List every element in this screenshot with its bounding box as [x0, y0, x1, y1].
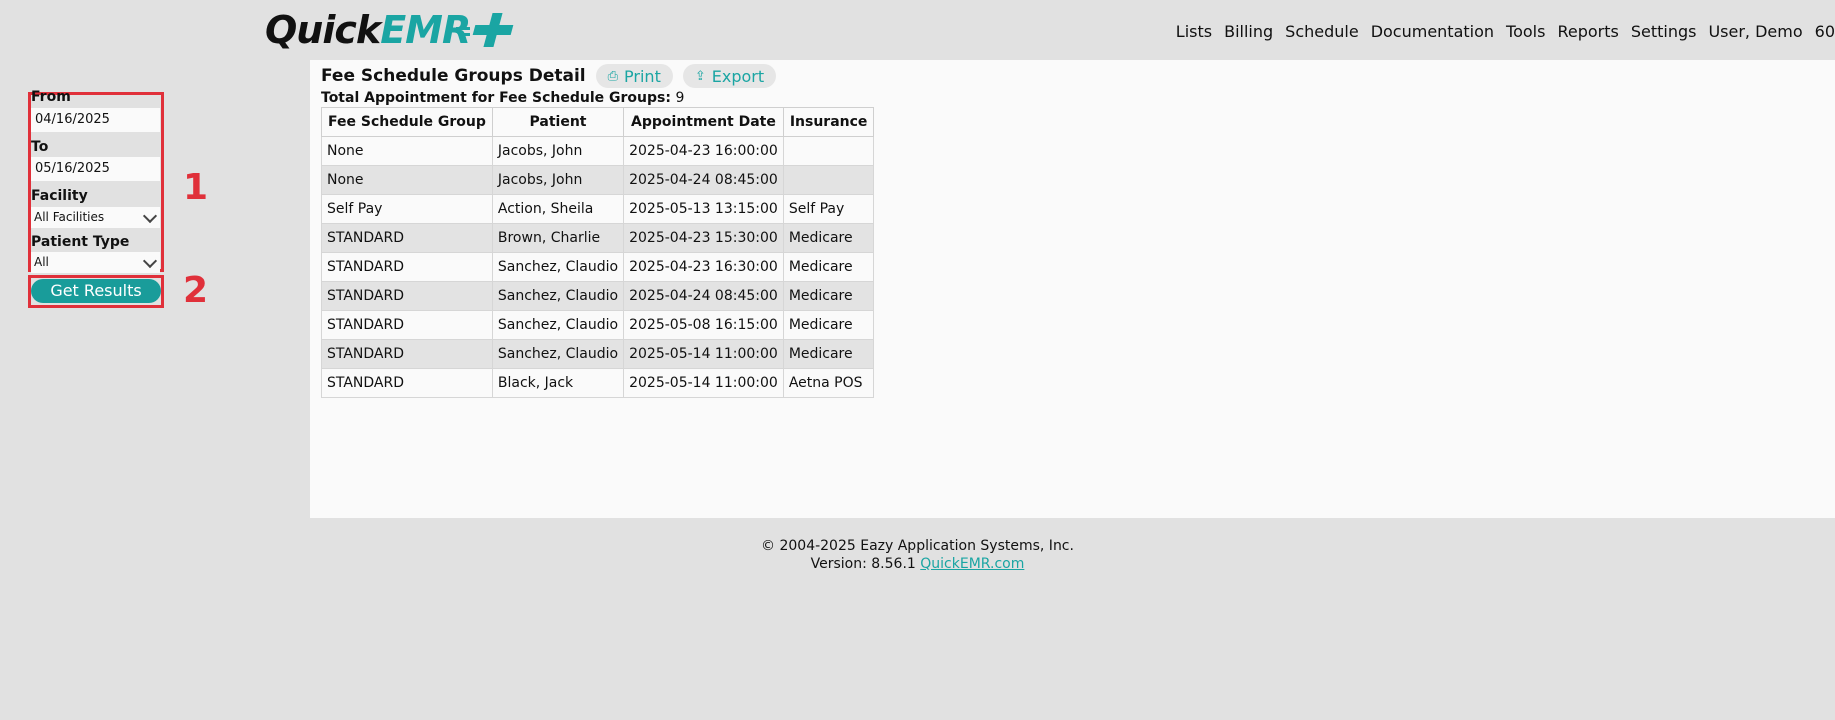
nav-session-timer: 60 — [1814, 22, 1835, 41]
cell-patient: Black, Jack — [491, 368, 625, 398]
table-header-row: Fee Schedule Group Patient Appointment D… — [321, 107, 875, 137]
printer-icon: ⎙ — [607, 68, 619, 84]
cell-group: STANDARD — [321, 310, 493, 340]
version-text: Version: 8.56.1 — [810, 556, 916, 572]
cell-date: 2025-05-14 11:00:00 — [623, 368, 784, 398]
cell-group: STANDARD — [321, 252, 493, 282]
cell-group: STANDARD — [321, 223, 493, 253]
quickemr-link[interactable]: QuickEMR.com — [920, 556, 1024, 572]
cell-insurance — [782, 136, 875, 166]
report-title-row: Fee Schedule Groups Detail ⎙ Print ⇪ Exp… — [321, 64, 777, 88]
cell-date: 2025-04-24 08:45:00 — [623, 165, 784, 195]
cell-insurance: Medicare — [782, 252, 875, 282]
table-row: STANDARD Sanchez, Claudio 2025-04-23 16:… — [321, 252, 875, 282]
total-value: 9 — [675, 90, 685, 106]
nav-settings[interactable]: Settings — [1631, 22, 1697, 41]
nav-documentation[interactable]: Documentation — [1371, 22, 1494, 41]
cell-patient: Action, Sheila — [491, 194, 625, 224]
page-footer: © 2004-2025 Eazy Application Systems, In… — [0, 537, 1835, 573]
table-row: None Jacobs, John 2025-04-23 16:00:00 — [321, 136, 875, 166]
patient-type-select[interactable]: All — [31, 252, 160, 273]
nav-billing[interactable]: Billing — [1224, 22, 1273, 41]
table-row: STANDARD Sanchez, Claudio 2025-04-24 08:… — [321, 281, 875, 311]
annotation-marker-1: 1 — [183, 167, 209, 208]
fee-schedule-table: Fee Schedule Group Patient Appointment D… — [321, 107, 875, 398]
export-button[interactable]: ⇪ Export — [682, 64, 777, 88]
print-button[interactable]: ⎙ Print — [595, 64, 673, 88]
version-line: Version: 8.56.1 QuickEMR.com — [0, 555, 1835, 573]
cell-group: STANDARD — [321, 368, 493, 398]
table-row: Self Pay Action, Sheila 2025-05-13 13:15… — [321, 194, 875, 224]
chevron-down-icon — [142, 208, 158, 224]
cell-insurance: Self Pay — [782, 194, 875, 224]
cell-date: 2025-05-13 13:15:00 — [623, 194, 784, 224]
total-label: Total Appointment for Fee Schedule Group… — [321, 90, 671, 106]
facility-label: Facility — [31, 188, 88, 204]
report-panel: Fee Schedule Groups Detail ⎙ Print ⇪ Exp… — [310, 60, 1835, 518]
cell-insurance: Medicare — [782, 281, 875, 311]
app-header: Quick EMR Lists Billing Schedule Document… — [0, 0, 1835, 60]
cell-date: 2025-04-23 16:00:00 — [623, 136, 784, 166]
from-label: From — [31, 89, 71, 105]
cell-group: None — [321, 136, 493, 166]
annotation-marker-2: 2 — [183, 270, 209, 311]
logo-plus-icon — [456, 13, 514, 47]
col-fee-schedule-group[interactable]: Fee Schedule Group — [321, 107, 493, 137]
cell-date: 2025-05-08 16:15:00 — [623, 310, 784, 340]
cell-insurance — [782, 165, 875, 195]
copyright-text: © 2004-2025 Eazy Application Systems, In… — [761, 538, 1074, 554]
quickemr-logo[interactable]: Quick EMR — [265, 8, 514, 52]
table-row: STANDARD Sanchez, Claudio 2025-05-08 16:… — [321, 310, 875, 340]
col-patient[interactable]: Patient — [491, 107, 625, 137]
cell-insurance: Medicare — [782, 339, 875, 369]
facility-select-value: All Facilities — [34, 210, 105, 224]
cell-patient: Brown, Charlie — [491, 223, 625, 253]
main-nav: Lists Billing Schedule Documentation Too… — [1164, 22, 1835, 41]
cell-group: STANDARD — [321, 281, 493, 311]
page-title: Fee Schedule Groups Detail — [321, 66, 586, 86]
cell-insurance: Medicare — [782, 223, 875, 253]
table-row: STANDARD Black, Jack 2025-05-14 11:00:00… — [321, 368, 875, 398]
cell-group: Self Pay — [321, 194, 493, 224]
cell-date: 2025-05-14 11:00:00 — [623, 339, 784, 369]
cell-patient: Sanchez, Claudio — [491, 252, 625, 282]
cell-patient: Sanchez, Claudio — [491, 281, 625, 311]
cell-patient: Sanchez, Claudio — [491, 310, 625, 340]
nav-schedule[interactable]: Schedule — [1285, 22, 1359, 41]
cell-patient: Jacobs, John — [491, 165, 625, 195]
col-insurance[interactable]: Insurance — [782, 107, 875, 137]
logo-quick-text: Quick — [265, 8, 381, 52]
nav-tools[interactable]: Tools — [1506, 22, 1545, 41]
chevron-down-icon — [142, 253, 158, 269]
logo-emr-text: EMR — [380, 8, 471, 52]
total-appointments: Total Appointment for Fee Schedule Group… — [321, 90, 684, 106]
cell-patient: Sanchez, Claudio — [491, 339, 625, 369]
print-label: Print — [624, 66, 661, 86]
cell-insurance: Medicare — [782, 310, 875, 340]
cell-group: None — [321, 165, 493, 195]
table-row: STANDARD Sanchez, Claudio 2025-05-14 11:… — [321, 339, 875, 369]
nav-lists[interactable]: Lists — [1176, 22, 1212, 41]
export-label: Export — [711, 66, 765, 86]
cell-date: 2025-04-23 16:30:00 — [623, 252, 784, 282]
cell-insurance: Aetna POS — [782, 368, 875, 398]
facility-select[interactable]: All Facilities — [31, 207, 160, 228]
table-row: STANDARD Brown, Charlie 2025-04-23 15:30… — [321, 223, 875, 253]
export-icon: ⇪ — [694, 68, 706, 84]
cell-date: 2025-04-23 15:30:00 — [623, 223, 784, 253]
cell-group: STANDARD — [321, 339, 493, 369]
from-date-input[interactable]: 04/16/2025 — [31, 108, 160, 132]
to-label: To — [31, 139, 49, 155]
patient-type-select-value: All — [34, 255, 49, 269]
cell-date: 2025-04-24 08:45:00 — [623, 281, 784, 311]
get-results-button[interactable]: Get Results — [31, 279, 161, 303]
nav-user[interactable]: User, Demo — [1708, 22, 1802, 41]
cell-patient: Jacobs, John — [491, 136, 625, 166]
nav-reports[interactable]: Reports — [1557, 22, 1618, 41]
to-date-input[interactable]: 05/16/2025 — [31, 157, 160, 181]
table-row: None Jacobs, John 2025-04-24 08:45:00 — [321, 165, 875, 195]
col-appointment-date[interactable]: Appointment Date — [623, 107, 784, 137]
patient-type-label: Patient Type — [31, 234, 130, 250]
